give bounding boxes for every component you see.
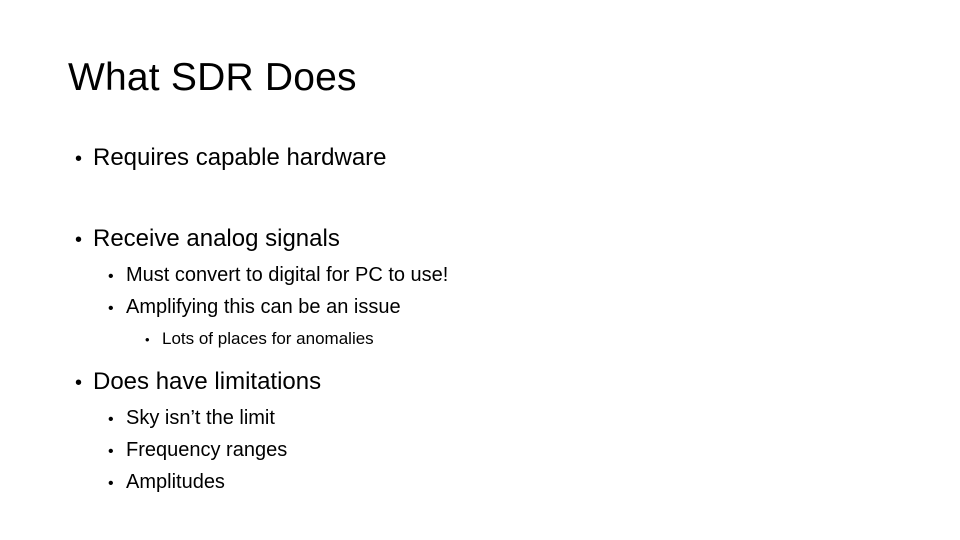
list-item-label: Does have limitations bbox=[93, 368, 322, 395]
page-title: What SDR Does bbox=[68, 56, 357, 99]
list-item: • Frequency ranges bbox=[68, 435, 898, 467]
list-item-label: Amplitudes bbox=[126, 471, 225, 493]
list-item: • Requires capable hardware bbox=[68, 138, 898, 179]
bullet-marker-icon: • bbox=[75, 372, 83, 394]
bullet-marker-icon: • bbox=[108, 475, 114, 492]
list-item: • Sky isn’t the limit bbox=[68, 403, 898, 435]
bullet-marker-icon: • bbox=[108, 300, 114, 317]
bullet-marker-icon: • bbox=[108, 268, 114, 285]
bullet-marker-icon: • bbox=[75, 148, 83, 170]
list-item: • Lots of places for anomalies bbox=[68, 324, 898, 354]
bullet-marker-icon: • bbox=[145, 332, 150, 347]
slide: What SDR Does • Requires capable hardwar… bbox=[0, 0, 960, 540]
list-item: • Amplifying this can be an issue bbox=[68, 292, 898, 324]
list-item-label: Must convert to digital for PC to use! bbox=[126, 264, 449, 286]
list-item: • Amplitudes bbox=[68, 467, 898, 499]
list-item-label: Frequency ranges bbox=[126, 439, 288, 461]
bullet-marker-icon: • bbox=[108, 411, 114, 428]
list-item: • Must convert to digital for PC to use! bbox=[68, 260, 898, 292]
list-item-label: Lots of places for anomalies bbox=[162, 329, 374, 348]
list-item-label: Requires capable hardware bbox=[93, 144, 387, 171]
list-item-label: Receive analog signals bbox=[93, 225, 340, 252]
list-item: • Receive analog signals bbox=[68, 219, 898, 260]
list-item-label: Amplifying this can be an issue bbox=[126, 296, 401, 318]
list-item-label: Sky isn’t the limit bbox=[126, 407, 275, 429]
slide-body-placeholder: • Requires capable hardware • Receive an… bbox=[68, 138, 898, 499]
bullet-marker-icon: • bbox=[75, 229, 83, 251]
list-item: • Does have limitations bbox=[68, 362, 898, 403]
bullet-marker-icon: • bbox=[108, 443, 114, 460]
